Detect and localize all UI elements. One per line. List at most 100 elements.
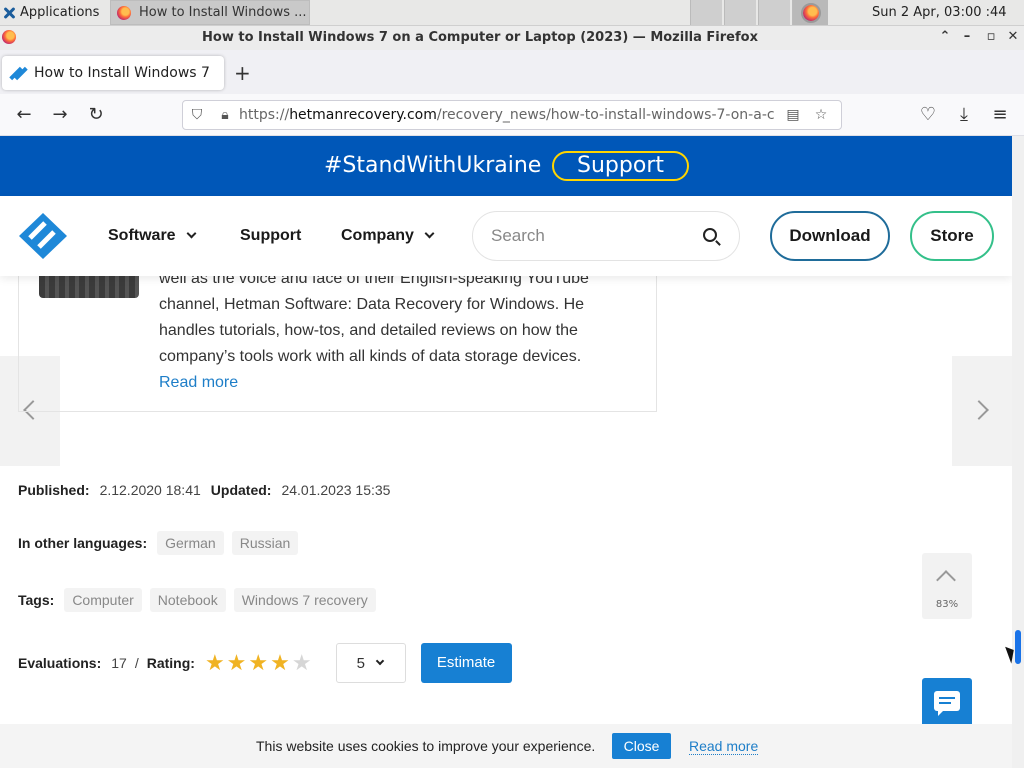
banner-support-button[interactable]: Support xyxy=(552,151,689,181)
workspace-4-active[interactable] xyxy=(792,0,828,25)
page-scrollbar[interactable] xyxy=(1012,136,1024,768)
new-tab-button[interactable]: + xyxy=(234,63,251,83)
published-label: Published: xyxy=(18,482,90,498)
star-icon[interactable]: ★ xyxy=(248,650,268,675)
site-header: Software Support Company Download Store xyxy=(0,196,1012,276)
hetman-logo-icon[interactable] xyxy=(18,212,68,260)
tab-active[interactable]: How to Install Windows 7 xyxy=(2,56,224,90)
author-bio-line: company’s tools work with all kinds of d… xyxy=(159,348,582,365)
chevron-down-icon xyxy=(424,228,435,239)
author-bio-line: channel, Hetman Software: Data Recovery … xyxy=(159,296,585,313)
author-bio: well as the voice and face of their Engl… xyxy=(159,266,629,396)
tab-strip: How to Install Windows 7 + xyxy=(0,50,1024,94)
chevron-down-icon xyxy=(186,228,197,239)
site-search xyxy=(472,211,740,261)
star-icon[interactable]: ★ xyxy=(205,650,225,675)
nav-support[interactable]: Support xyxy=(240,227,301,245)
languages-label: In other languages: xyxy=(18,535,148,551)
nav-software[interactable]: Software xyxy=(108,227,197,245)
page-viewport: #StandWithUkraine Support Software Suppo… xyxy=(0,136,1012,768)
ukraine-banner: #StandWithUkraine Support xyxy=(0,136,1012,196)
download-button[interactable]: Download xyxy=(770,211,890,261)
hetman-favicon-icon xyxy=(9,66,28,81)
chevron-down-icon xyxy=(375,656,385,666)
store-button[interactable]: Store xyxy=(910,211,994,261)
pocket-icon[interactable]: ♡ xyxy=(916,104,940,126)
cookie-close-button[interactable]: Close xyxy=(612,733,671,759)
tag-computer[interactable]: Computer xyxy=(64,588,142,612)
cookie-read-more-link[interactable]: Read more xyxy=(689,738,759,755)
clock: Sun 2 Apr, 03:00 :44 xyxy=(872,5,1007,20)
close-window-button[interactable]: ✕ xyxy=(1004,28,1022,46)
window-titlebar: How to Install Windows 7 on a Computer o… xyxy=(0,26,1024,50)
publish-info: Published: 2.12.2020 18:41 Updated: 24.0… xyxy=(18,482,390,498)
workspace-2[interactable] xyxy=(724,0,756,25)
tags-label: Tags: xyxy=(18,592,55,608)
chat-button[interactable] xyxy=(922,678,972,728)
url-bar[interactable]: ⛉ 🔒︎ https://hetmanrecovery.com/recovery… xyxy=(182,100,842,130)
taskbar-window-label: How to Install Windows ... xyxy=(139,5,307,20)
rating-label: Rating: xyxy=(146,655,195,671)
bookmark-star-icon[interactable]: ☆ xyxy=(807,107,835,123)
separator: / xyxy=(134,655,139,671)
updated-label: Updated: xyxy=(210,482,272,498)
scroll-to-top-button[interactable]: 83% xyxy=(922,553,972,619)
os-taskbar: Applications How to Install Windows ... … xyxy=(0,0,1024,26)
back-arrow-icon[interactable]: ← xyxy=(12,104,36,126)
xfce-logo-icon xyxy=(2,6,16,20)
nav-company[interactable]: Company xyxy=(341,227,435,245)
search-input[interactable] xyxy=(491,225,691,247)
download-icon[interactable]: ⤓ xyxy=(952,104,976,126)
languages-row: In other languages: German Russian xyxy=(18,531,306,555)
rating-select-value: 5 xyxy=(356,654,365,672)
tag-notebook[interactable]: Notebook xyxy=(149,588,226,612)
evaluations-count: 17 xyxy=(111,655,127,671)
star-icon[interactable]: ★ xyxy=(292,650,312,675)
rating-select[interactable]: 5 xyxy=(335,643,406,683)
tag-windows-7-recovery[interactable]: Windows 7 recovery xyxy=(233,588,376,612)
minimize-button[interactable]: – xyxy=(958,28,976,46)
cookie-message: This website uses cookies to improve you… xyxy=(256,738,596,754)
chevron-up-icon[interactable]: ⌃ xyxy=(936,28,954,46)
updated-date: 24.01.2023 15:35 xyxy=(281,482,391,498)
estimate-button[interactable]: Estimate xyxy=(420,643,512,683)
workspace-3[interactable] xyxy=(758,0,790,25)
cookie-banner: This website uses cookies to improve you… xyxy=(0,724,1012,768)
chat-bubble-icon xyxy=(934,691,960,711)
rating-stars[interactable]: ★★★★★ xyxy=(205,652,314,674)
author-bio-line: handles tutorials, how-tos, and detailed… xyxy=(159,322,578,339)
applications-menu[interactable]: Applications xyxy=(2,0,105,25)
evaluations-label: Evaluations: xyxy=(18,655,102,671)
reader-view-icon[interactable]: ▤ xyxy=(779,107,807,123)
url-text[interactable]: https://hetmanrecovery.com/recovery_news… xyxy=(239,107,779,123)
firefox-icon xyxy=(117,5,131,20)
search-icon[interactable] xyxy=(703,228,717,242)
language-link-german[interactable]: German xyxy=(157,531,224,555)
star-icon[interactable]: ★ xyxy=(227,650,247,675)
shield-icon[interactable]: ⛉ xyxy=(183,107,211,123)
menu-hamburger-icon[interactable]: ≡ xyxy=(988,104,1012,126)
author-card: well as the voice and face of their Engl… xyxy=(18,256,657,412)
rating-row: Evaluations: 17 / Rating: ★★★★★ 5 Estima… xyxy=(18,643,512,683)
workspace-1[interactable] xyxy=(690,0,722,25)
carousel-next-button[interactable] xyxy=(952,356,1012,466)
language-link-russian[interactable]: Russian xyxy=(231,531,299,555)
chat-bubble-tail xyxy=(938,710,944,716)
published-date: 2.12.2020 18:41 xyxy=(99,482,201,498)
chevron-right-icon xyxy=(969,400,989,420)
chevron-up-icon xyxy=(936,570,956,590)
reload-icon[interactable]: ↻ xyxy=(84,104,108,126)
star-icon[interactable]: ★ xyxy=(270,650,290,675)
author-read-more-link[interactable]: Read more xyxy=(159,370,629,396)
taskbar-window-button[interactable]: How to Install Windows ... xyxy=(110,0,310,25)
tab-title: How to Install Windows 7 xyxy=(34,65,210,81)
forward-arrow-icon[interactable]: → xyxy=(48,104,72,126)
applications-label: Applications xyxy=(20,5,100,20)
firefox-icon xyxy=(800,2,821,23)
maximize-button[interactable]: ▫ xyxy=(982,28,1000,46)
lock-icon[interactable]: 🔒︎ xyxy=(211,107,239,123)
window-title: How to Install Windows 7 on a Computer o… xyxy=(202,30,758,45)
tags-row: Tags: Computer Notebook Windows 7 recove… xyxy=(18,588,384,612)
navigation-toolbar: ← → ↻ ⛉ 🔒︎ https://hetmanrecovery.com/re… xyxy=(0,94,1024,136)
scroll-progress-percent: 83% xyxy=(935,599,959,610)
